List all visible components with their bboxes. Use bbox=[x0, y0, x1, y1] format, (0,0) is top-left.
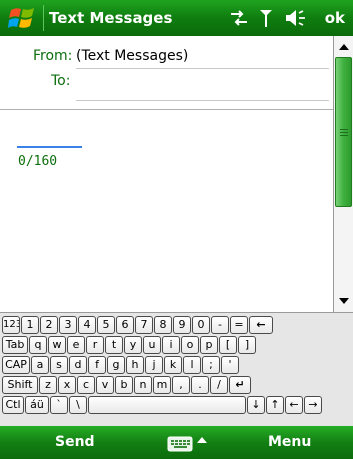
key-equals[interactable]: = bbox=[230, 316, 248, 334]
key-comma[interactable]: , bbox=[172, 376, 190, 394]
key-period[interactable]: . bbox=[191, 376, 209, 394]
key-e[interactable]: e bbox=[67, 336, 85, 354]
key-left-arrow[interactable]: ← bbox=[285, 396, 303, 414]
character-count: 0/160 bbox=[18, 154, 58, 169]
from-label: From: bbox=[33, 48, 73, 64]
key-5[interactable]: 5 bbox=[97, 316, 115, 334]
key-shift[interactable]: Shift bbox=[2, 376, 38, 394]
key-slash[interactable]: / bbox=[210, 376, 228, 394]
key-3[interactable]: 3 bbox=[59, 316, 77, 334]
key-z[interactable]: z bbox=[39, 376, 57, 394]
key-a[interactable]: a bbox=[31, 356, 49, 374]
key-p[interactable]: p bbox=[200, 336, 218, 354]
title-bar: Text Messages ok bbox=[0, 0, 353, 36]
to-row[interactable]: To: bbox=[0, 69, 333, 93]
key-minus[interactable]: - bbox=[211, 316, 229, 334]
key-j[interactable]: j bbox=[145, 356, 163, 374]
menu-softkey[interactable]: Menu bbox=[268, 426, 311, 459]
key-k[interactable]: k bbox=[164, 356, 182, 374]
key-w[interactable]: w bbox=[48, 336, 66, 354]
key-right-bracket[interactable]: ] bbox=[238, 336, 256, 354]
key-enter[interactable]: ↵ bbox=[229, 376, 251, 394]
to-underline bbox=[76, 100, 329, 101]
key-backtick[interactable]: ` bbox=[50, 396, 68, 414]
key-9[interactable]: 9 bbox=[173, 316, 191, 334]
key-n[interactable]: n bbox=[134, 376, 152, 394]
scroll-thumb[interactable] bbox=[335, 57, 352, 207]
key-123[interactable]: 123 bbox=[2, 316, 20, 334]
key-s[interactable]: s bbox=[50, 356, 68, 374]
key-q[interactable]: q bbox=[29, 336, 47, 354]
key-backslash[interactable]: \ bbox=[69, 396, 87, 414]
key-semicolon[interactable]: ; bbox=[202, 356, 220, 374]
key-4[interactable]: 4 bbox=[78, 316, 96, 334]
key-0[interactable]: 0 bbox=[192, 316, 210, 334]
key-ctrl[interactable]: Ctl bbox=[2, 396, 24, 414]
scroll-down-arrow-icon[interactable] bbox=[334, 291, 353, 310]
key-l[interactable]: l bbox=[183, 356, 201, 374]
key-tab[interactable]: Tab bbox=[2, 336, 28, 354]
key-caps[interactable]: CAP bbox=[2, 356, 30, 374]
header-separator bbox=[0, 109, 333, 110]
volume-icon[interactable] bbox=[284, 8, 308, 28]
soft-keyboard: 123 1 2 3 4 5 6 7 8 9 0 - = ← Tab q w e … bbox=[0, 312, 353, 426]
ok-button[interactable]: ok bbox=[325, 0, 345, 36]
from-value[interactable]: (Text Messages) bbox=[76, 48, 188, 64]
key-v[interactable]: v bbox=[96, 376, 114, 394]
message-area: From: (Text Messages) To: 0/160 bbox=[0, 36, 333, 312]
key-o[interactable]: o bbox=[181, 336, 199, 354]
data-connection-icon[interactable] bbox=[228, 8, 250, 28]
key-y[interactable]: y bbox=[124, 336, 142, 354]
key-c[interactable]: c bbox=[77, 376, 95, 394]
vertical-scrollbar[interactable] bbox=[333, 36, 353, 312]
key-t[interactable]: t bbox=[105, 336, 123, 354]
key-down-arrow[interactable]: ↓ bbox=[247, 396, 265, 414]
to-label: To: bbox=[51, 73, 71, 89]
from-row[interactable]: From: (Text Messages) bbox=[0, 44, 333, 68]
key-g[interactable]: g bbox=[107, 356, 125, 374]
key-f[interactable]: f bbox=[88, 356, 106, 374]
key-international[interactable]: áü bbox=[25, 396, 49, 414]
key-space[interactable] bbox=[88, 396, 246, 414]
key-up-arrow[interactable]: ↑ bbox=[266, 396, 284, 414]
key-m[interactable]: m bbox=[153, 376, 171, 394]
key-d[interactable]: d bbox=[69, 356, 87, 374]
key-r[interactable]: r bbox=[86, 336, 104, 354]
key-x[interactable]: x bbox=[58, 376, 76, 394]
key-left-bracket[interactable]: [ bbox=[219, 336, 237, 354]
key-i[interactable]: i bbox=[162, 336, 180, 354]
scroll-up-arrow-icon[interactable] bbox=[334, 37, 353, 56]
text-cursor-line bbox=[17, 146, 82, 148]
title-separator bbox=[43, 5, 44, 31]
key-1[interactable]: 1 bbox=[21, 316, 39, 334]
key-u[interactable]: u bbox=[143, 336, 161, 354]
key-right-arrow[interactable]: → bbox=[304, 396, 322, 414]
key-6[interactable]: 6 bbox=[116, 316, 134, 334]
key-backspace[interactable]: ← bbox=[249, 316, 273, 334]
send-softkey[interactable]: Send bbox=[55, 426, 95, 459]
menu-bar: Send Menu bbox=[0, 426, 353, 459]
key-apostrophe[interactable]: ' bbox=[221, 356, 239, 374]
key-7[interactable]: 7 bbox=[135, 316, 153, 334]
key-h[interactable]: h bbox=[126, 356, 144, 374]
key-b[interactable]: b bbox=[115, 376, 133, 394]
windows-start-icon[interactable] bbox=[8, 5, 38, 31]
keyboard-toggle-icon[interactable] bbox=[167, 434, 209, 452]
key-2[interactable]: 2 bbox=[40, 316, 58, 334]
key-8[interactable]: 8 bbox=[154, 316, 172, 334]
app-title: Text Messages bbox=[49, 9, 173, 27]
signal-icon[interactable] bbox=[258, 8, 274, 28]
